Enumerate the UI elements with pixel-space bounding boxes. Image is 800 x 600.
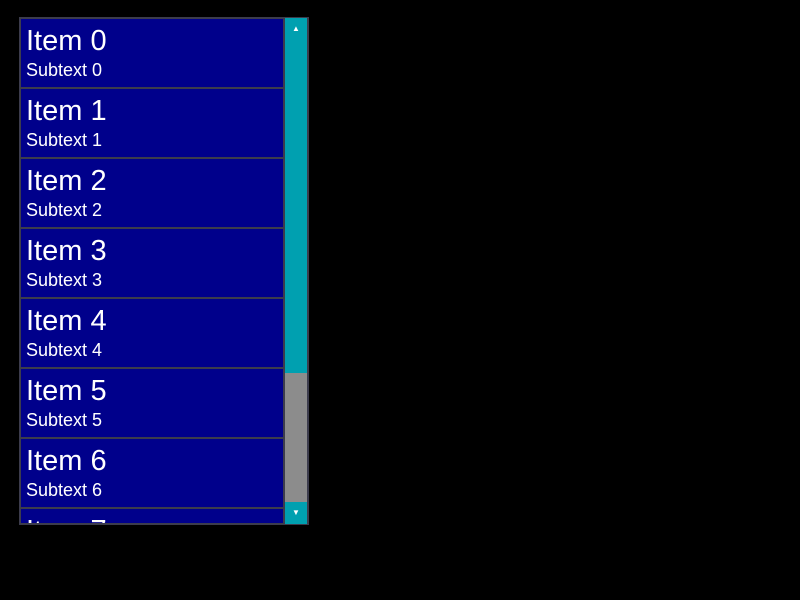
list-item-subtitle: Subtext 2: [26, 200, 103, 220]
list-item-title: Item 6: [26, 445, 107, 477]
list-item-title: Item 1: [26, 95, 107, 127]
scroll-track[interactable]: [285, 40, 307, 502]
list-item-title: Item 2: [26, 165, 107, 197]
list-item-subtitle: Subtext 6: [26, 480, 103, 500]
list-item[interactable]: Item 0 Subtext 0: [21, 19, 283, 87]
list-item-title: Item 5: [26, 375, 107, 407]
scroll-down-button[interactable]: ▼: [285, 502, 307, 524]
list-item-title: Item 0: [26, 25, 107, 57]
list-item[interactable]: Item 2 Subtext 2: [21, 159, 283, 227]
list-item[interactable]: Item 3 Subtext 3: [21, 229, 283, 297]
triangle-up-icon: ▲: [292, 24, 300, 33]
list-viewport[interactable]: Item 0 Subtext 0 Item 1 Subtext 1 Item 2 Subt…: [21, 19, 283, 523]
list-item-subtitle: Subtext 4: [26, 340, 103, 360]
list-item[interactable]: Item 1 Subtext 1: [21, 89, 283, 157]
list-item[interactable]: Item 7: [21, 509, 283, 523]
list-item[interactable]: Item 4 Subtext 4: [21, 299, 283, 367]
list-item-subtitle: Subtext 1: [26, 130, 103, 150]
list-item[interactable]: Item 5 Subtext 5: [21, 369, 283, 437]
list-item-subtitle: Subtext 5: [26, 410, 103, 430]
scroll-up-button[interactable]: ▲: [285, 18, 307, 40]
list-item-subtitle: Subtext 3: [26, 270, 103, 290]
list-item-title: Item 4: [26, 305, 107, 337]
list-box: Item 0 Subtext 0 Item 1 Subtext 1 Item 2 Subt…: [19, 17, 309, 525]
list-item-subtitle: Subtext 0: [26, 60, 103, 80]
list-item[interactable]: Item 6 Subtext 6: [21, 439, 283, 507]
scroll-thumb[interactable]: [285, 40, 307, 373]
list-item-title: Item 7: [26, 515, 107, 523]
list-item-title: Item 3: [26, 235, 107, 267]
triangle-down-icon: ▼: [292, 508, 300, 517]
vertical-scrollbar[interactable]: ▲ ▼: [284, 17, 308, 525]
